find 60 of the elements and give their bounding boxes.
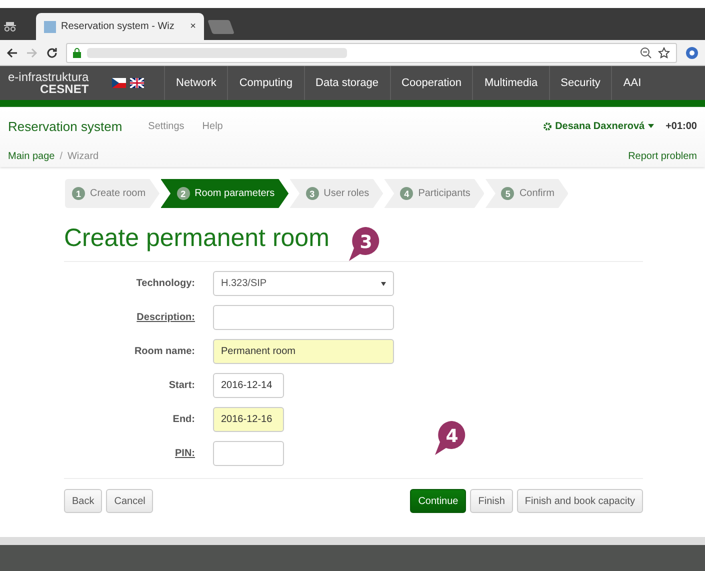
- new-tab-button[interactable]: [207, 20, 235, 34]
- header-link[interactable]: Settings: [148, 120, 184, 132]
- extension-icon[interactable]: [685, 46, 699, 60]
- gear-icon: [543, 122, 552, 130]
- caret-icon: [648, 124, 654, 128]
- field-label: End:: [172, 414, 195, 425]
- action-button[interactable]: Finish and book capacity: [516, 489, 643, 513]
- field-label: Technology:: [136, 278, 195, 289]
- step-number: 2: [176, 187, 190, 200]
- nav-button[interactable]: Cancel: [106, 489, 154, 513]
- wizard-step[interactable]: 3 User roles: [290, 179, 384, 208]
- step-number: 4: [400, 187, 414, 200]
- step-number: 1: [72, 187, 85, 200]
- flag-icon[interactable]: [112, 78, 126, 88]
- action-button[interactable]: Finish: [470, 489, 513, 513]
- app-title[interactable]: Reservation system: [8, 118, 122, 134]
- wizard-step[interactable]: 5 Confirm: [485, 179, 568, 208]
- zoom-icon[interactable]: [640, 46, 652, 58]
- input-field[interactable]: 2016-12-14: [213, 373, 284, 398]
- flag-icon[interactable]: [130, 78, 144, 88]
- input-field[interactable]: [213, 441, 284, 466]
- back-icon[interactable]: [6, 46, 18, 58]
- wizard-step[interactable]: 2 Room parameters: [160, 179, 289, 208]
- field-label: Description:: [136, 312, 195, 323]
- input-field[interactable]: 2016-12-16: [213, 407, 284, 432]
- user-menu[interactable]: Desana Daxnerová: [543, 120, 654, 132]
- address-field[interactable]: [66, 42, 677, 62]
- page-heading: Create permanent room: [64, 224, 330, 253]
- caret-icon: [381, 282, 386, 286]
- step-number: 3: [306, 187, 319, 200]
- breadcrumb-separator: /: [60, 150, 62, 162]
- wizard-step[interactable]: 4 Participants: [384, 179, 484, 208]
- field-label: PIN:: [175, 448, 195, 459]
- cesnet-logo[interactable]: e-infrastruktura CESNET: [0, 66, 112, 100]
- logo-text: e-infrastruktura: [8, 71, 90, 83]
- report-link[interactable]: Report problem: [628, 150, 697, 162]
- step-number: 5: [501, 187, 514, 200]
- star-icon[interactable]: [658, 46, 670, 58]
- nav-button[interactable]: Back: [64, 489, 102, 513]
- field-label: Room name:: [134, 346, 195, 357]
- incognito-icon: [4, 20, 16, 32]
- input-field[interactable]: [213, 305, 394, 330]
- timezone: +01:00: [666, 120, 697, 132]
- lock-icon: [73, 48, 81, 58]
- input-field[interactable]: Permanent room: [213, 339, 394, 364]
- wizard-step[interactable]: 1 Create room: [65, 179, 160, 208]
- action-button[interactable]: Continue: [410, 489, 466, 513]
- browser-tab[interactable]: Reservation system - Wiz ×: [36, 13, 204, 40]
- field-label: Start:: [168, 380, 195, 391]
- callout-marker: 3: [347, 226, 381, 262]
- breadcrumb-link[interactable]: Wizard: [67, 150, 99, 162]
- breadcrumb-link[interactable]: Main page: [8, 150, 55, 162]
- header-link[interactable]: Help: [202, 120, 223, 132]
- technology-select[interactable]: H.323/SIP: [213, 271, 394, 296]
- tab-title: Reservation system - Wiz: [61, 21, 176, 32]
- favicon-icon: [44, 20, 56, 32]
- logo-text: CESNET: [40, 83, 90, 95]
- tab-close[interactable]: ×: [190, 21, 196, 32]
- reload-icon[interactable]: [46, 46, 58, 58]
- callout-marker: 4: [433, 420, 467, 456]
